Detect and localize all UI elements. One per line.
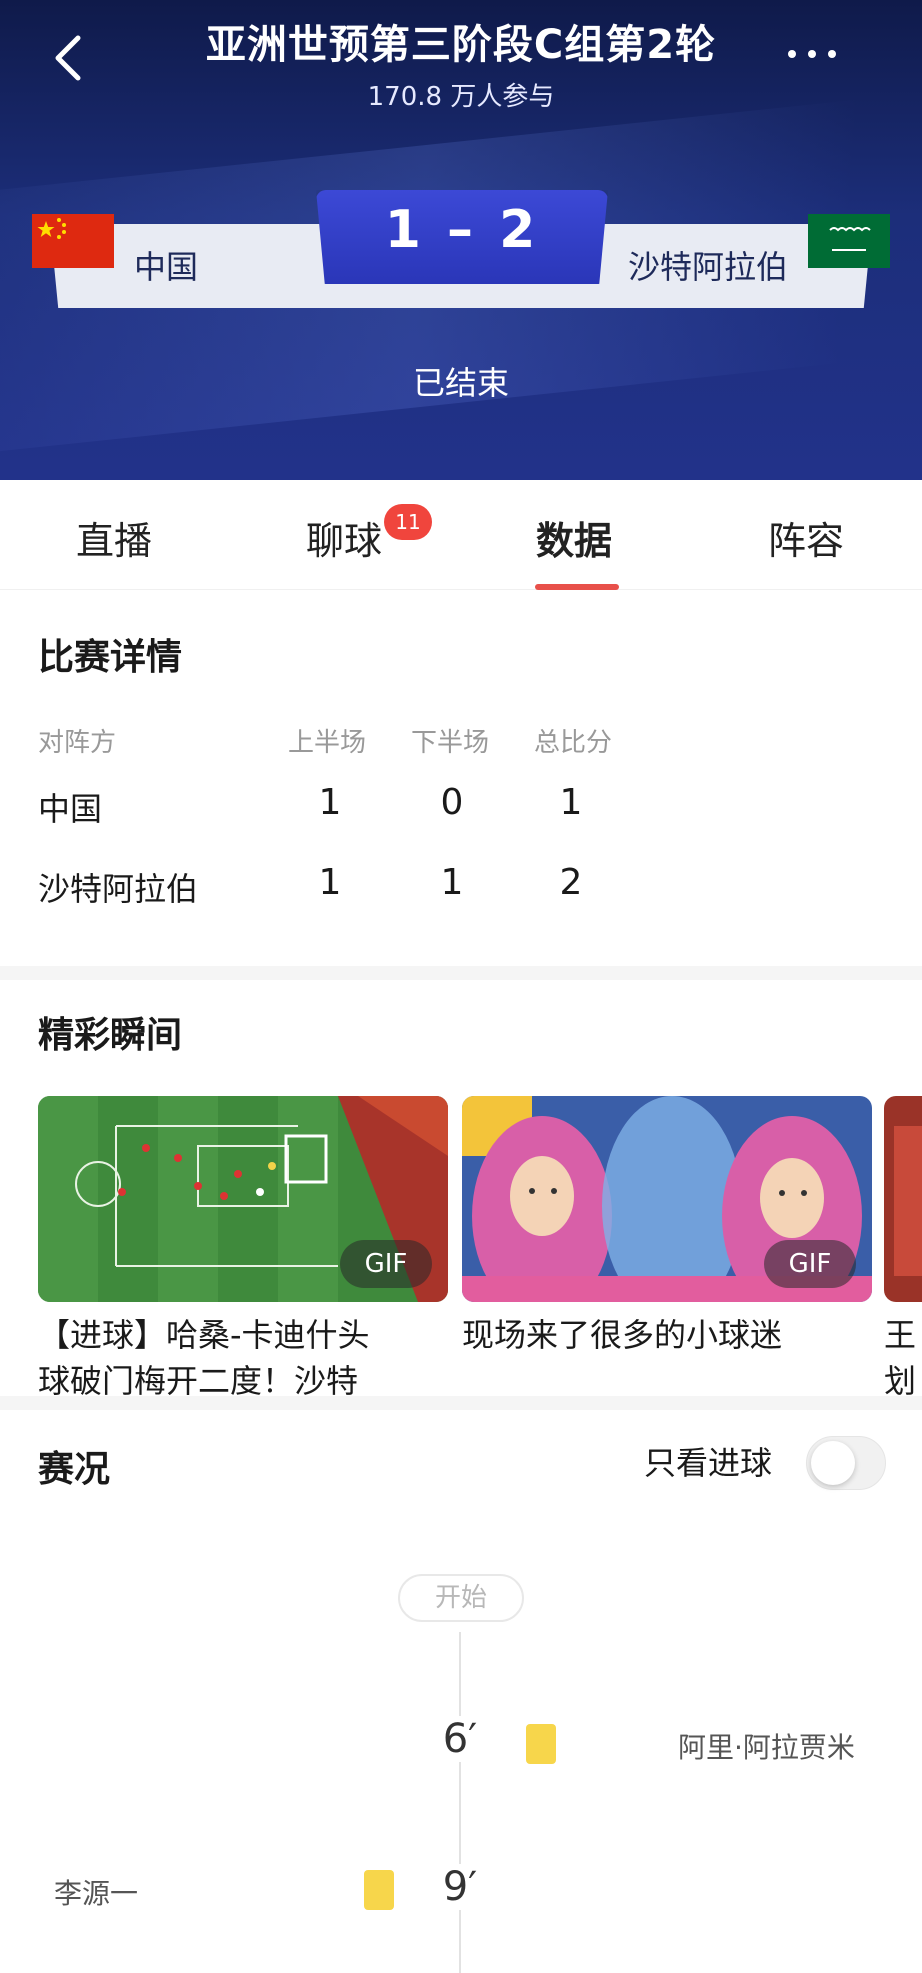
highlights-title: 精彩瞬间: [38, 1015, 183, 1056]
live-events-title: 赛况: [38, 1449, 111, 1490]
yellow-card-icon: [364, 1870, 394, 1910]
highlight-thumbnail: [884, 1096, 922, 1302]
column-header-second-half: 下半场: [411, 728, 490, 758]
match-header: 亚洲世预第三阶段C组第2轮 170.8 万人参与 中国 1 – 2 沙特阿拉伯 …: [0, 0, 922, 480]
participant-count: 170.8 万人参与: [367, 82, 555, 112]
highlight-caption: 王 划: [884, 1312, 922, 1404]
event-player[interactable]: 阿里·阿拉贾米: [678, 1726, 855, 1766]
match-title: 亚洲世预第三阶段C组第2轮: [205, 22, 717, 68]
match-details-title: 比赛详情: [38, 637, 183, 678]
highlight-caption: 现场来了很多的小球迷: [462, 1312, 862, 1358]
tab-chat[interactable]: 聊球: [306, 510, 382, 565]
row-team-name: 中国: [38, 790, 103, 828]
more-options-icon[interactable]: [788, 50, 852, 66]
tab-live[interactable]: 直播: [76, 510, 152, 565]
highlight-card[interactable]: GIF: [462, 1096, 872, 1302]
tab-data[interactable]: 数据: [536, 510, 612, 565]
row-first-half: 1: [318, 782, 342, 823]
column-header-total: 总比分: [534, 728, 613, 758]
section-divider: [0, 966, 922, 980]
caption-line: 现场来了很多的小球迷: [462, 1316, 783, 1354]
timeline-line: [459, 1632, 461, 1973]
caption-line: 王: [884, 1316, 917, 1354]
column-header-team: 对阵方: [38, 728, 117, 758]
match-status: 已结束: [412, 364, 509, 402]
event-minute: 6′: [430, 1716, 490, 1762]
section-divider: [0, 1396, 922, 1410]
toggle-knob: [811, 1441, 855, 1485]
gif-badge: GIF: [764, 1240, 856, 1288]
start-marker: 开始: [398, 1574, 524, 1622]
row-team-name: 沙特阿拉伯: [38, 870, 199, 908]
chat-unread-badge: 11: [384, 504, 432, 540]
event-minute: 9′: [430, 1864, 490, 1910]
column-header-first-half: 上半场: [288, 728, 367, 758]
row-second-half: 1: [440, 862, 464, 903]
saudi-flag-icon: [808, 214, 890, 268]
row-second-half: 0: [440, 782, 464, 823]
tab-bar: 直播 聊球 11 数据 阵容: [0, 480, 922, 590]
active-tab-indicator: [535, 584, 619, 590]
highlight-caption: 【进球】哈桑-卡迪什头 球破门梅开二度！沙特: [38, 1312, 438, 1404]
gif-badge: GIF: [340, 1240, 432, 1288]
row-total: 1: [559, 782, 583, 823]
caption-line: 【进球】哈桑-卡迪什头: [38, 1316, 370, 1354]
row-total: 2: [559, 862, 583, 903]
event-player[interactable]: 李源一: [54, 1872, 138, 1912]
goals-only-label: 只看进球: [644, 1444, 773, 1482]
row-first-half: 1: [318, 862, 342, 903]
highlight-card[interactable]: [884, 1096, 922, 1302]
china-flag-icon: [32, 214, 114, 268]
highlight-card[interactable]: GIF: [38, 1096, 448, 1302]
yellow-card-icon: [526, 1724, 556, 1764]
tab-lineup[interactable]: 阵容: [768, 510, 844, 565]
away-team-name: 沙特阿拉伯: [627, 248, 788, 286]
score: 1 – 2: [384, 200, 540, 260]
home-team-name: 中国: [134, 248, 199, 286]
goals-only-toggle[interactable]: [806, 1436, 886, 1490]
